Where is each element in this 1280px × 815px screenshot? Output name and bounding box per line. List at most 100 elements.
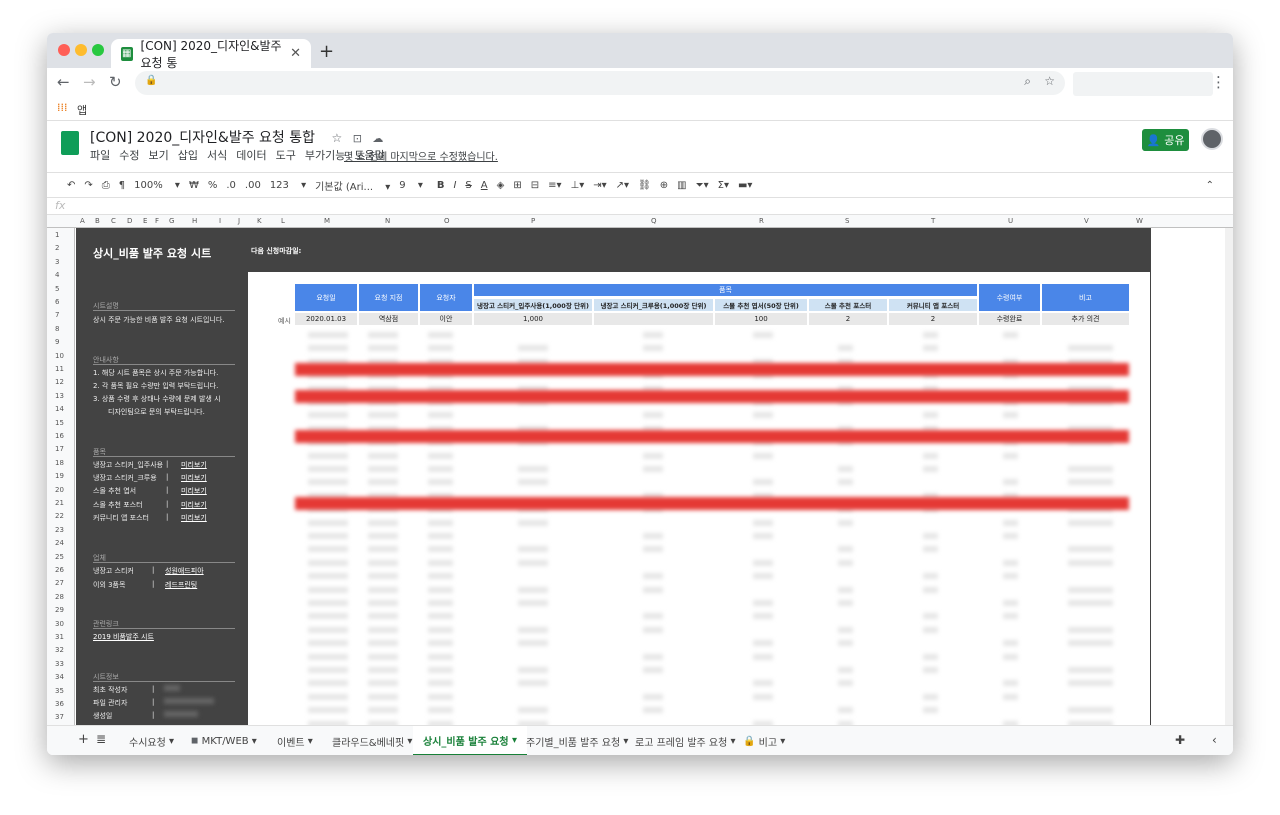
- row-number[interactable]: 12: [55, 378, 64, 386]
- col-header[interactable]: N: [385, 217, 390, 225]
- text-rotation-icon[interactable]: ↗▾: [616, 180, 629, 191]
- row-number[interactable]: 9: [55, 338, 59, 346]
- document-title[interactable]: [CON] 2020_디자인&발주 요청 통합 ☆ ⊡ ☁: [90, 127, 383, 147]
- col-header[interactable]: F: [155, 217, 159, 225]
- row-number[interactable]: 2: [55, 244, 59, 252]
- row-number[interactable]: 6: [55, 298, 59, 306]
- row-number[interactable]: 3: [55, 258, 59, 266]
- text-wrap-icon[interactable]: ⇥▾: [593, 180, 606, 191]
- insert-link-icon[interactable]: ⛓: [638, 180, 651, 191]
- address-bar[interactable]: 🔒 ⌕ ☆: [135, 71, 1065, 95]
- menu-insert[interactable]: 삽입: [178, 147, 198, 163]
- example-cell[interactable]: 이안: [420, 313, 472, 325]
- all-sheets-icon[interactable]: ≣: [96, 732, 106, 746]
- close-window-button[interactable]: [58, 44, 70, 56]
- percent-format-button[interactable]: %: [208, 180, 218, 191]
- insert-comment-icon[interactable]: ⊕: [660, 180, 668, 191]
- preview-link[interactable]: 미리보기: [181, 460, 207, 470]
- zoom-select[interactable]: 100% ▾: [134, 180, 180, 191]
- maximize-window-button[interactable]: [92, 44, 104, 56]
- sheet-tab[interactable]: 로고 프레임 발주 요청 ▾: [625, 726, 746, 755]
- col-header[interactable]: R: [759, 217, 764, 225]
- row-number[interactable]: 14: [55, 405, 64, 413]
- related-link[interactable]: 2019 비품발주 시트: [93, 632, 154, 642]
- preview-link[interactable]: 미리보기: [181, 513, 207, 523]
- col-header[interactable]: H: [192, 217, 197, 225]
- bold-button[interactable]: B: [437, 180, 445, 191]
- col-header[interactable]: B: [95, 217, 100, 225]
- sheet-tab[interactable]: 주기별_비품 발주 요청 ▾: [516, 726, 638, 755]
- row-number[interactable]: 26: [55, 566, 64, 574]
- example-cell[interactable]: 2020.01.03: [295, 313, 357, 325]
- forward-icon[interactable]: →: [83, 73, 96, 91]
- sheets-logo-icon[interactable]: [61, 131, 79, 155]
- row-number[interactable]: 19: [55, 472, 64, 480]
- col-header[interactable]: M: [324, 217, 330, 225]
- add-sheet-icon[interactable]: +: [78, 732, 89, 747]
- row-number[interactable]: 37: [55, 713, 64, 721]
- filter-icon[interactable]: ⏷▾: [696, 180, 709, 191]
- apps-grid-icon[interactable]: ⁞⁞⁞: [57, 101, 68, 114]
- undo-icon[interactable]: ↶: [67, 180, 75, 191]
- row-number[interactable]: 31: [55, 633, 64, 641]
- font-size-select[interactable]: 9 ▾: [399, 180, 423, 191]
- last-edit-link[interactable]: 몇 초 전에 마지막으로 수정했습니다.: [344, 148, 498, 163]
- example-cell[interactable]: 2: [889, 313, 977, 325]
- example-cell[interactable]: 역삼점: [359, 313, 418, 325]
- row-number[interactable]: 20: [55, 486, 64, 494]
- input-tools-icon[interactable]: ▬▾: [738, 180, 752, 191]
- merge-cells-icon[interactable]: ⊟: [531, 180, 539, 191]
- col-header[interactable]: V: [1084, 217, 1089, 225]
- functions-icon[interactable]: Σ▾: [718, 180, 729, 191]
- spreadsheet-grid[interactable]: 1 2 3 4 5 6 7 8 9 10 11 12 13 14 15 16 17 18 19 20 21 22 23 24 2…: [47, 228, 1233, 747]
- example-cell[interactable]: 1,000: [474, 313, 592, 325]
- vendor-link[interactable]: 성원애드피아: [165, 566, 204, 576]
- sheet-tab-active[interactable]: 상시_비품 발주 요청 ▾: [413, 726, 528, 755]
- sheet-tab[interactable]: 이벤트 ▾: [267, 726, 323, 755]
- share-button[interactable]: 👤 공유: [1142, 129, 1189, 151]
- apps-bookmark[interactable]: 앱: [77, 102, 87, 118]
- more-formats-select[interactable]: 123 ▾: [270, 180, 306, 191]
- profile-area[interactable]: [1073, 72, 1213, 96]
- col-header[interactable]: G: [169, 217, 174, 225]
- col-header[interactable]: O: [444, 217, 450, 225]
- col-header[interactable]: J: [238, 217, 240, 225]
- print-icon[interactable]: ⎙: [102, 180, 110, 191]
- insert-chart-icon[interactable]: ▥: [677, 180, 686, 191]
- menu-view[interactable]: 보기: [149, 147, 169, 163]
- currency-format-button[interactable]: ₩: [189, 180, 199, 191]
- row-number[interactable]: 5: [55, 285, 59, 293]
- row-number[interactable]: 15: [55, 419, 64, 427]
- example-cell[interactable]: 수령완료: [979, 313, 1040, 325]
- cloud-status-icon[interactable]: ☁: [372, 132, 383, 145]
- row-number[interactable]: 4: [55, 271, 59, 279]
- row-number[interactable]: 21: [55, 499, 64, 507]
- row-number[interactable]: 30: [55, 620, 64, 628]
- explore-icon[interactable]: ✚: [1175, 733, 1185, 747]
- back-icon[interactable]: ←: [57, 73, 70, 91]
- menu-addons[interactable]: 부가기능: [305, 147, 345, 163]
- col-header[interactable]: C: [111, 217, 116, 225]
- row-number[interactable]: 25: [55, 553, 64, 561]
- row-number[interactable]: 16: [55, 432, 64, 440]
- redo-icon[interactable]: ↷: [84, 180, 92, 191]
- row-number[interactable]: 10: [55, 352, 64, 360]
- menu-file[interactable]: 파일: [90, 147, 110, 163]
- text-color-button[interactable]: A: [481, 180, 488, 191]
- col-header[interactable]: P: [531, 217, 535, 225]
- menu-data[interactable]: 데이터: [236, 147, 266, 163]
- row-number[interactable]: 35: [55, 687, 64, 695]
- menu-format[interactable]: 서식: [207, 147, 227, 163]
- close-tab-icon[interactable]: ✕: [290, 46, 301, 61]
- bookmark-star-icon[interactable]: ☆: [1044, 74, 1055, 88]
- row-number[interactable]: 7: [55, 311, 59, 319]
- row-number[interactable]: 22: [55, 512, 64, 520]
- row-number[interactable]: 32: [55, 646, 64, 654]
- col-header[interactable]: S: [845, 217, 849, 225]
- star-icon[interactable]: ☆: [331, 131, 342, 145]
- row-number[interactable]: 33: [55, 660, 64, 668]
- preview-link[interactable]: 미리보기: [181, 473, 207, 483]
- col-header[interactable]: A: [80, 217, 85, 225]
- row-number[interactable]: 8: [55, 325, 59, 333]
- row-number[interactable]: 27: [55, 579, 64, 587]
